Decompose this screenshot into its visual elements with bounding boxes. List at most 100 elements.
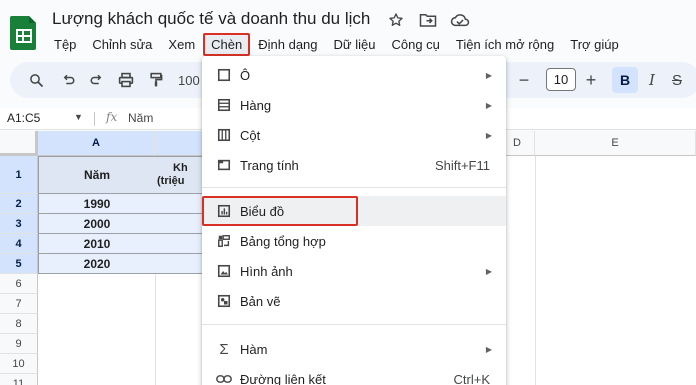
menu-item-shortcut: Shift+F11 [434,157,490,173]
sheets-window: Lượng khách quốc tế và doanh thu du lịch… [0,0,696,385]
row-header-2[interactable]: 2 [0,194,38,214]
move-to-folder-icon[interactable] [418,10,438,30]
row-header-5[interactable]: 5 [0,254,38,274]
cell-a1[interactable]: Năm [38,156,156,194]
menu-extensions[interactable]: Tiện ích mở rộng [448,33,562,56]
menu-item-image[interactable]: Hình ảnh ▶ [202,256,506,286]
zoom-select[interactable]: 100 [178,70,204,90]
menu-item-label: Ô [240,67,251,83]
cell-a2[interactable]: 1990 [38,194,156,214]
menu-separator [202,324,506,325]
font-size-input[interactable]: 10 [546,68,576,91]
increase-font-size-button[interactable]: + [582,70,600,90]
drawing-icon [216,293,232,309]
sheets-logo-icon[interactable] [10,14,38,50]
menu-item-label: Bản vẽ [240,293,281,309]
chart-highlight-box [202,196,358,226]
menu-item-shortcut: Ctrl+K [453,371,490,385]
row-header-4[interactable]: 4 [0,234,38,254]
submenu-arrow-icon: ▶ [485,266,492,276]
document-title[interactable]: Lượng khách quốc tế và doanh thu du lịch [52,9,370,29]
columns-icon [216,127,232,143]
row-header-8[interactable]: 8 [0,314,38,334]
bold-button[interactable]: B [612,67,638,93]
menu-view[interactable]: Xem [160,33,203,56]
menu-edit[interactable]: Chỉnh sửa [84,33,160,56]
menu-item-sheet[interactable]: Trang tính Shift+F11 [202,150,506,180]
menu-item-label: Bảng tổng hợp [240,233,326,249]
menu-data[interactable]: Dữ liệu [326,33,384,56]
menu-item-label: Cột [240,127,261,143]
submenu-arrow-icon: ▶ [485,100,492,110]
cell-a4[interactable]: 2010 [38,234,156,254]
menu-item-label: Hàng [240,97,272,113]
column-header-e[interactable]: E [535,131,696,156]
menu-format[interactable]: Định dạng [250,33,325,56]
menu-file[interactable]: Tệp [46,33,84,56]
strikethrough-button[interactable]: S [666,70,688,90]
column-header-d[interactable]: D [505,131,535,156]
menu-separator [202,187,506,188]
gridline [535,156,536,385]
submenu-arrow-icon: ▶ [485,344,492,354]
cell-icon [216,67,232,83]
search-icon[interactable] [26,70,46,90]
paint-format-icon[interactable] [146,70,166,90]
menu-item-link[interactable]: Đường liên kết Ctrl+K [202,364,506,385]
column-header-b[interactable] [155,131,205,156]
cloud-saved-icon[interactable] [450,10,470,30]
function-icon: Σ [219,340,229,358]
row-header-7[interactable]: 7 [0,294,38,314]
menu-item-label: Hình ảnh [240,263,293,279]
cell-b1-line1: Kh [173,162,188,174]
redo-icon[interactable] [86,70,106,90]
menu-tools[interactable]: Công cụ [383,33,447,56]
cell-b1[interactable]: Kh (triệu [155,156,205,194]
menu-item-drawing[interactable]: Bản vẽ [202,286,506,316]
menu-item-cell[interactable]: Ô ▶ [202,60,506,90]
cell-a3[interactable]: 2000 [38,214,156,234]
cell-a5[interactable]: 2020 [38,254,156,274]
row-header-6[interactable]: 6 [0,274,38,294]
decrease-font-size-button[interactable]: − [514,70,534,90]
sheet-icon [216,157,232,173]
chevron-down-icon[interactable]: ▼ [74,112,83,122]
italic-button[interactable]: I [642,70,662,90]
row-header-11[interactable]: 11 [0,374,38,385]
print-icon[interactable] [116,70,136,90]
insert-menu-dropdown: Ô ▶ Hàng ▶ Cột ▶ Trang tính Shift+F11 Bi… [202,56,506,385]
rows-icon [216,97,232,113]
menu-item-label: Hàm [240,341,268,357]
menu-item-function[interactable]: Σ Hàm ▶ [202,334,506,364]
row-header-10[interactable]: 10 [0,354,38,374]
star-icon[interactable] [386,10,406,30]
image-icon [216,263,232,279]
name-box[interactable]: A1:C5 [7,111,40,125]
pivot-table-icon [216,233,232,249]
fx-icon: fx [106,110,118,124]
menu-item-rows[interactable]: Hàng ▶ [202,90,506,120]
menu-item-label: Đường liên kết [240,371,326,385]
menu-item-pivot-table[interactable]: Bảng tổng hợp [202,226,506,256]
row-header-1[interactable]: 1 [0,156,38,194]
menu-help[interactable]: Trợ giúp [562,33,627,56]
row-header-9[interactable]: 9 [0,334,38,354]
cell-b5[interactable] [155,254,205,274]
row-header-3[interactable]: 3 [0,214,38,234]
select-all-corner[interactable] [0,131,38,156]
submenu-arrow-icon: ▶ [485,70,492,80]
formula-input[interactable]: Năm [128,111,153,125]
divider [94,112,95,126]
cell-b3[interactable] [155,214,205,234]
menu-insert[interactable]: Chèn [203,32,251,56]
menu-item-columns[interactable]: Cột ▶ [202,120,506,150]
cell-b2[interactable] [155,194,205,214]
menu-item-label: Trang tính [240,157,299,173]
undo-icon[interactable] [58,70,78,90]
menu-bar: Tệp Chỉnh sửa Xem Chèn Định dạng Dữ liệu… [46,32,627,56]
submenu-arrow-icon: ▶ [485,130,492,140]
cell-b1-line2: (triệu [157,175,185,187]
column-header-a[interactable]: A [38,131,155,156]
cell-b4[interactable] [155,234,205,254]
link-icon [216,371,232,385]
